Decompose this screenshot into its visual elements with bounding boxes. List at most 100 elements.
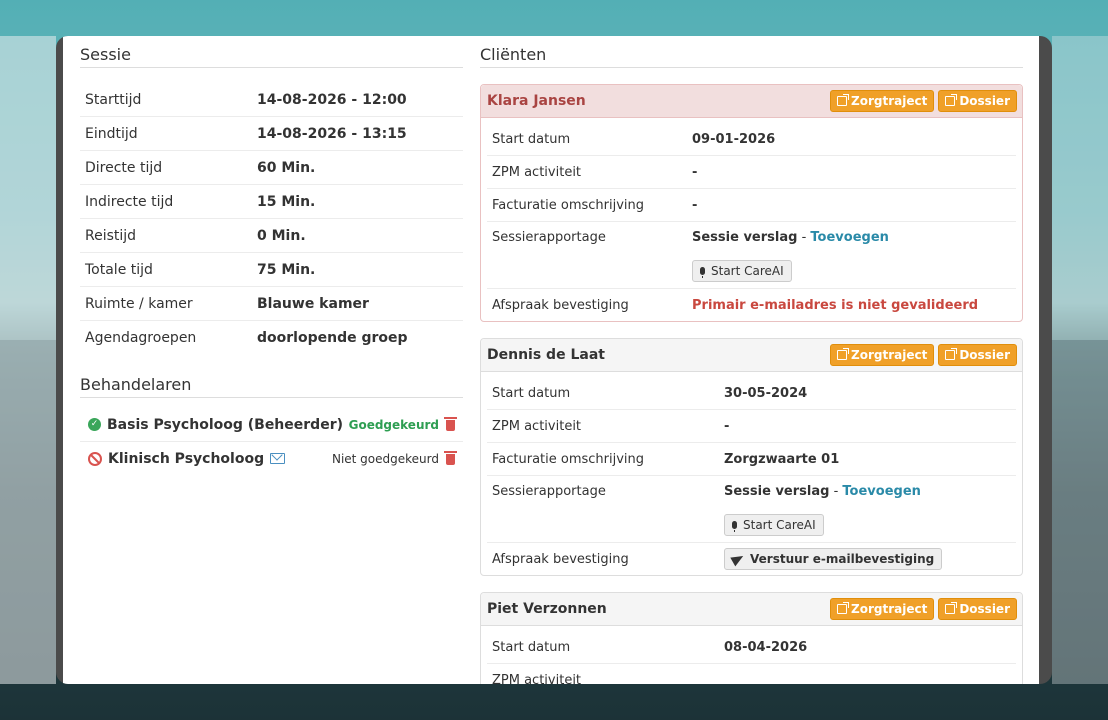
row-value: Zorgzwaarte 01 — [719, 442, 1016, 476]
trash-icon[interactable] — [444, 450, 457, 465]
separator: - — [797, 230, 811, 245]
row-label: Indirecte tijd — [80, 184, 252, 219]
row-label: ZPM activiteit — [487, 663, 719, 684]
external-link-icon — [837, 348, 850, 360]
send-email-confirmation-button[interactable]: Verstuur e-mailbevestiging — [724, 548, 943, 570]
paper-plane-icon — [730, 551, 746, 567]
button-label: Start CareAI — [711, 264, 784, 278]
row-label: ZPM activiteit — [487, 409, 719, 443]
row-value: 60 Min. — [252, 150, 463, 185]
table-row: ZPM activiteit - — [487, 409, 1016, 443]
client-panel-klara: Klara Jansen Zorgtraject Dossier Start d… — [480, 84, 1023, 322]
ban-icon — [88, 451, 102, 466]
dossier-button[interactable]: Dossier — [938, 344, 1017, 366]
row-value: 08-04-2026 — [724, 639, 808, 655]
validation-warning: Primair e-mailadres is niet gevalideerd — [687, 288, 1016, 321]
table-row: Eindtijd 14-08-2026 - 13:15 — [80, 116, 463, 151]
dossier-button[interactable]: Dossier — [938, 598, 1017, 620]
status-badge: Goedgekeurd — [348, 417, 439, 432]
button-label: Dossier — [959, 348, 1010, 362]
envelope-icon[interactable] — [270, 453, 286, 464]
table-row: Totale tijd 75 Min. — [80, 252, 463, 287]
client-header: Dennis de Laat Zorgtraject Dossier — [481, 339, 1022, 372]
trash-icon[interactable] — [444, 416, 457, 431]
row-label: Afspraak bevestiging — [487, 542, 719, 575]
button-label: Verstuur e-mailbevestiging — [750, 552, 935, 566]
table-row: ZPM activiteit - — [487, 155, 1016, 189]
row-label: Afspraak bevestiging — [487, 288, 687, 321]
button-label: Dossier — [959, 94, 1010, 108]
row-value: 30-05-2024 — [724, 385, 808, 401]
client-table: Start datum 08-04-2026 ZPM activiteit — [487, 631, 1016, 684]
behandelaar-name: Basis Psycholoog (Beheerder) — [107, 416, 343, 433]
external-link-icon — [945, 94, 958, 106]
row-value: 75 Min. — [252, 252, 463, 287]
toevoegen-link[interactable]: Toevoegen — [810, 230, 889, 245]
row-label: Totale tijd — [80, 252, 252, 287]
row-label: Agendagroepen — [80, 320, 252, 354]
external-link-icon — [945, 348, 958, 360]
row-value: 14-08-2026 - 12:00 — [257, 91, 407, 108]
client-panel-piet: Piet Verzonnen Zorgtraject Dossier Start… — [480, 592, 1023, 684]
row-label: ZPM activiteit — [487, 155, 687, 189]
row-label: Starttijd — [85, 91, 142, 108]
toevoegen-link[interactable]: Toevoegen — [842, 484, 921, 499]
row-value: - — [687, 155, 1016, 189]
session-table: Starttijd 14-08-2026 - 12:00 Eindtijd 14-0… — [80, 83, 463, 354]
session-column: Sessie Starttijd 14-08-2026 - 12:00 Eindt… — [80, 36, 463, 475]
client-name: Dennis de Laat — [487, 347, 605, 363]
zorgtraject-button[interactable]: Zorgtraject — [830, 598, 935, 620]
list-item: ✓ Basis Psycholoog (Beheerder) Goedgekeu… — [80, 408, 463, 441]
row-value: 15 Min. — [252, 184, 463, 219]
button-label: Start CareAI — [743, 518, 816, 532]
session-title: Sessie — [80, 36, 463, 68]
button-label: Dossier — [959, 602, 1010, 616]
table-row: Start datum 09-01-2026 — [487, 123, 1016, 156]
clients-title: Cliënten — [480, 36, 1023, 68]
behandelaren-list: ✓ Basis Psycholoog (Beheerder) Goedgekeu… — [80, 408, 463, 475]
dossier-button[interactable]: Dossier — [938, 90, 1017, 112]
button-label: Zorgtraject — [851, 602, 928, 616]
client-panel-dennis: Dennis de Laat Zorgtraject Dossier Start… — [480, 338, 1023, 576]
sessie-verslag-label: Sessie verslag — [692, 230, 798, 245]
client-body: Start datum 08-04-2026 ZPM activiteit — [481, 626, 1022, 684]
behandelaar-name: Klinisch Psycholoog — [108, 450, 265, 467]
background-page-left — [0, 36, 56, 684]
table-row: Start datum 08-04-2026 — [487, 631, 1016, 664]
button-label: Zorgtraject — [851, 348, 928, 362]
row-value: Sessie verslag - Toevoegen Start CareAI — [687, 221, 1016, 289]
row-value: Verstuur e-mailbevestiging — [719, 542, 1016, 575]
external-link-icon — [837, 94, 850, 106]
table-row: Ruimte / kamer Blauwe kamer — [80, 286, 463, 321]
row-label: Reistijd — [80, 218, 252, 253]
modal-content: Sessie Starttijd 14-08-2026 - 12:00 Eindt… — [63, 36, 1039, 684]
row-value: - — [687, 188, 1016, 222]
behandelaren-title: Behandelaren — [80, 366, 463, 398]
table-row: Reistijd 0 Min. — [80, 218, 463, 253]
client-body: Start datum 30-05-2024 ZPM activiteit - Fa… — [481, 372, 1022, 575]
separator: - — [829, 484, 843, 499]
zorgtraject-button[interactable]: Zorgtraject — [830, 90, 935, 112]
zorgtraject-button[interactable]: Zorgtraject — [830, 344, 935, 366]
start-careai-button[interactable]: Start CareAI — [724, 514, 824, 536]
row-value: 14-08-2026 - 13:15 — [252, 116, 463, 151]
status-badge: Niet goedgekeurd — [331, 451, 439, 466]
table-row: Indirecte tijd 15 Min. — [80, 184, 463, 219]
start-careai-button[interactable]: Start CareAI — [692, 260, 792, 282]
client-name: Piet Verzonnen — [487, 601, 607, 617]
row-value: - — [719, 409, 1016, 443]
row-label: Facturatie omschrijving — [487, 188, 687, 222]
check-circle-icon: ✓ — [88, 418, 101, 431]
client-table: Start datum 30-05-2024 ZPM activiteit - Fa… — [487, 377, 1016, 575]
row-label: Eindtijd — [80, 116, 252, 151]
table-row: Facturatie omschrijving Zorgzwaarte 01 — [487, 442, 1016, 476]
table-row: ZPM activiteit — [487, 663, 1016, 684]
row-value: Sessie verslag - Toevoegen Start CareAI — [719, 475, 1016, 543]
external-link-icon — [945, 602, 958, 614]
row-label: Sessierapportage — [487, 475, 719, 543]
client-body: Start datum 09-01-2026 ZPM activiteit - Fa… — [481, 118, 1022, 321]
list-item: Klinisch Psycholoog Niet goedgekeurd — [80, 441, 463, 475]
microphone-icon — [732, 521, 737, 532]
client-name: Klara Jansen — [487, 93, 586, 109]
row-label: Ruimte / kamer — [80, 286, 252, 321]
